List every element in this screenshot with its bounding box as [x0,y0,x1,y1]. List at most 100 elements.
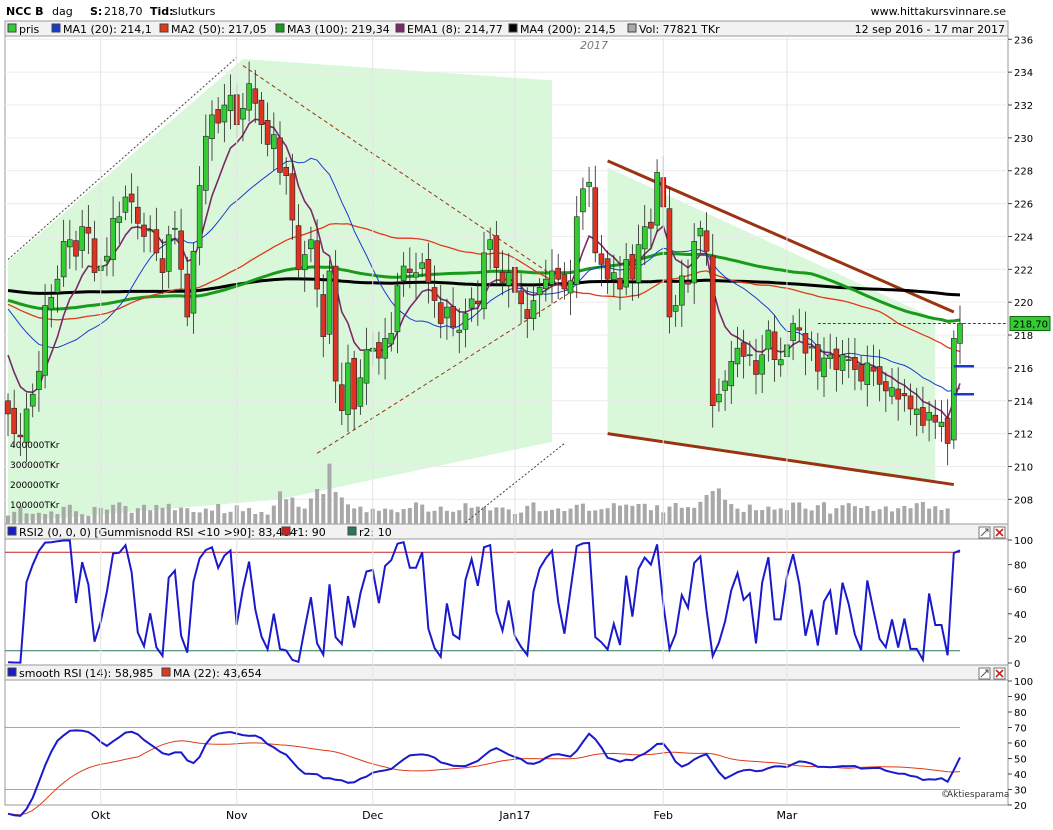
volume-bar [43,514,48,524]
volume-bar [407,508,412,524]
smooth-axis-label: 80 [1014,708,1027,719]
candle-body [326,270,333,335]
volume-bar [129,512,134,524]
candle-body [586,181,592,187]
candle-body [555,267,561,280]
month-label: Feb [654,809,673,822]
legend-label: pris [19,23,40,36]
site-name[interactable]: www.hittakursvinnare.se [871,5,1007,18]
volume-bar [401,509,406,524]
volume-bar [871,510,876,524]
volume-bar [618,505,622,524]
candle-body [351,357,357,410]
volume-bar [803,508,808,524]
candle-body [753,360,759,375]
candle-body [567,280,574,294]
year-marker: 2017 [580,39,608,52]
volume-bar [735,508,740,524]
candle-body [209,114,215,140]
candle-body [771,331,778,360]
volume-bar [729,504,734,524]
volume-bar [6,515,10,524]
candle-body [36,370,42,390]
volume-bar [197,512,202,524]
candle-body [864,362,871,385]
stock-chart: NCC B dag S: 218,70 Tid: slutkurs www.hi… [0,0,1053,827]
volume-bar [630,505,635,524]
candle-body [48,296,55,310]
month-label: Okt [91,809,111,822]
volume-bar [766,506,771,524]
volume-bar [327,463,332,524]
rsi-close-icon[interactable] [993,526,1006,539]
volume-bar [426,511,431,524]
volume-bar [599,509,604,524]
smooth-axis-label: 60 [1014,739,1027,750]
last-price-value: 218,70 [104,5,143,18]
volume-bar [562,511,567,524]
volume-bar [457,510,462,524]
candle-body [734,347,741,365]
candle-body [5,400,11,415]
candle-body [54,278,61,293]
rsi-tool-icon[interactable] [978,526,991,539]
smooth-tool-icon[interactable] [978,667,991,680]
legend-swatch [51,23,61,33]
candle-body [944,417,951,444]
candle-body [165,234,172,272]
volume-bar [346,504,350,524]
candle-body [815,344,821,372]
volume-bar [506,509,511,524]
month-label: Mar [777,809,798,822]
candle-body [839,354,846,371]
legend-label: Vol: 77821 TKr [639,23,720,36]
candle-body [654,172,660,226]
candle-body [938,421,945,427]
candle-body [790,323,796,341]
legend-label: MA (22): 43,654 [173,667,262,680]
volume-bar [12,511,17,524]
candle-body [907,395,914,410]
candle-body [357,377,364,407]
candle-body [203,135,209,191]
volume-bar [420,504,425,524]
legend-swatch [7,667,17,677]
volume-bar [525,505,530,524]
candle-body [499,271,506,283]
candle-body [135,206,141,224]
smooth-axis-label: 20 [1014,801,1027,812]
candle-body [635,244,642,283]
candle-body [42,305,48,376]
candle-body [475,300,481,305]
month-label: Jan17 [498,809,530,822]
volume-bar [142,504,146,524]
rsi-axis-label: 60 [1014,585,1027,596]
price-axis-label: 216 [1014,364,1033,375]
price-axis-label: 236 [1014,35,1033,46]
volume-bar [463,503,468,524]
candle-body [184,273,191,318]
volume-bar [914,503,919,524]
smooth-close-icon[interactable] [993,667,1006,680]
candle-body [493,235,500,268]
rsi-legend: RSI2 (0, 0, 0) [Gummisnodd RSI <10 >90]:… [4,523,1009,540]
smooth-legend-bar [4,664,1009,681]
volume-bar [24,513,29,524]
candle-body [920,407,926,426]
candle-body [518,290,524,305]
volume-bar [568,508,573,524]
candle-body [178,230,184,270]
candle-body [246,83,252,111]
volume-bar [210,510,214,524]
volume-bar [883,506,888,524]
volume-bar [710,491,715,524]
candle-body [765,329,772,350]
candle-body [536,287,543,296]
volume-bar [80,514,85,524]
volume-bar [278,491,282,524]
candle-body [623,259,629,288]
candle-body [400,265,407,281]
candle-body [295,225,302,270]
volume-bar [556,508,561,524]
smooth-legend: smooth RSI (14): 58,985 MA (22): 43,654 [4,664,1009,681]
